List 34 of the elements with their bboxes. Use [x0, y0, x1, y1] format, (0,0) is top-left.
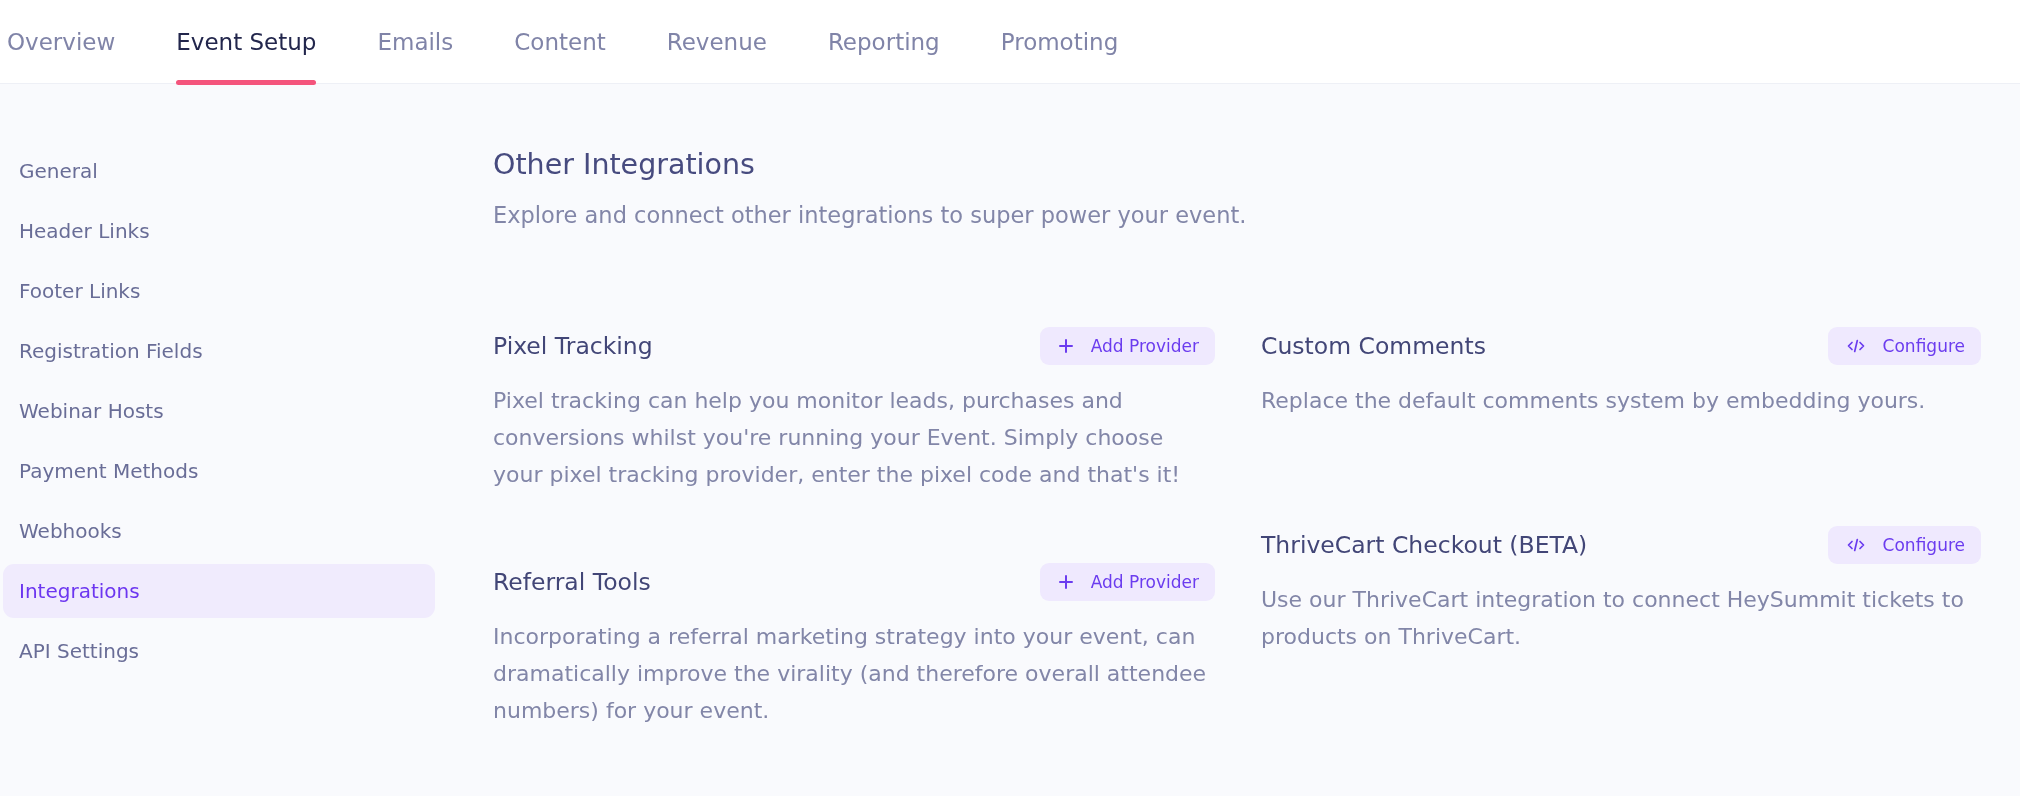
nav-tab[interactable]: Event Setup — [176, 0, 317, 83]
sidebar-item[interactable]: Webhooks — [3, 504, 435, 558]
nav-tab[interactable]: Emails — [377, 0, 454, 83]
sidebar-item[interactable]: API Settings — [3, 624, 435, 678]
integration-title: Custom Comments — [1261, 332, 1486, 360]
integration-description: Use our ThriveCart integration to connect HeySummit tickets to products on ThriveCart. — [1261, 586, 1965, 651]
integration-title: ThriveCart Checkout (BETA) — [1261, 531, 1588, 559]
integration-description: Replace the default comments system by embedding yours. — [1261, 387, 1927, 415]
configure-button[interactable]: Configure — [1827, 327, 1981, 365]
nav-tab[interactable]: Promoting — [1000, 0, 1119, 83]
sidebar-item[interactable]: Header Links — [3, 204, 435, 258]
integration-title: Pixel Tracking — [493, 332, 653, 360]
section-subtitle: Explore and connect other integrations to super power your event. — [493, 201, 1248, 230]
add-provider-button[interactable]: Add Provider — [1039, 563, 1215, 601]
code-icon — [1846, 537, 1865, 553]
add-provider-button[interactable]: Add Provider — [1039, 327, 1215, 365]
nav-tab[interactable]: Revenue — [666, 0, 767, 83]
nav-tab[interactable]: Reporting — [827, 0, 940, 83]
code-icon — [1846, 338, 1865, 354]
plus-icon — [1058, 575, 1073, 589]
sidebar-item[interactable]: Integrations — [3, 564, 435, 618]
plus-icon — [1058, 339, 1073, 353]
nav-tab[interactable]: Overview — [7, 0, 116, 83]
section-title: Other Integrations — [493, 147, 756, 183]
integration-title: Referral Tools — [493, 568, 651, 596]
configure-button[interactable]: Configure — [1827, 526, 1981, 564]
sidebar-item[interactable]: Webinar Hosts — [3, 384, 435, 438]
sidebar-item[interactable]: Registration Fields — [3, 324, 435, 378]
integration-description: Pixel tracking can help you monitor leads, purchases and conversions whilst you're running your Event. Simply choose your pixel tracking provider, enter the pixel code and that's it! — [493, 387, 1182, 489]
nav-tab[interactable]: Content — [514, 0, 606, 83]
sidebar-item[interactable]: Payment Methods — [3, 444, 435, 498]
integration-description: Incorporating a referral marketing strategy into your event, can dramatically improve the virality (and therefore overall attendee numbers) for your event. — [493, 623, 1208, 725]
sidebar-item[interactable]: Footer Links — [3, 264, 435, 318]
sidebar-item[interactable]: General — [3, 144, 435, 198]
